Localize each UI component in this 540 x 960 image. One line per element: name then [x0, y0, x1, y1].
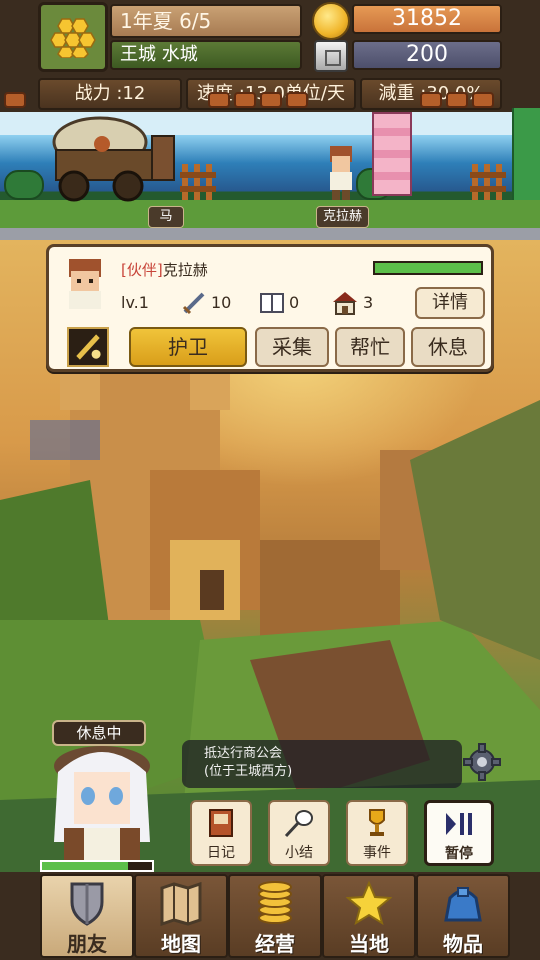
nav-local[interactable]: 当地: [322, 874, 416, 958]
nav-items-label: 物品: [443, 932, 483, 956]
event-button[interactable]: 事件: [346, 800, 408, 866]
location-display: 王城 水城: [110, 40, 302, 70]
companion-tag: [伙伴]: [121, 261, 163, 279]
road-stone: [286, 92, 308, 108]
road-stone: [420, 92, 442, 108]
house-value: 3: [363, 293, 374, 312]
help-button[interactable]: 帮忙: [335, 327, 405, 367]
gather-button[interactable]: 采集: [255, 327, 329, 367]
summary-label: 小结: [285, 845, 313, 861]
trophy-icon: [369, 809, 385, 836]
house-stat: 3: [331, 289, 373, 317]
star-icon: [346, 880, 392, 926]
power-stat: 战力 :12: [38, 78, 182, 110]
event-message: 抵达行商公会 (位于王城西方): [182, 740, 462, 788]
book-stat: 0: [259, 289, 299, 317]
skill-icon[interactable]: [67, 327, 109, 367]
date-display: 1年夏 6/5: [110, 4, 302, 38]
coin-stack-icon: [258, 881, 292, 924]
attack-stat: 10: [181, 289, 231, 317]
nav-friends[interactable]: 朋友: [40, 874, 134, 958]
green-tree: [512, 108, 540, 200]
level-value: lv.1: [121, 293, 149, 312]
play-pause-icon: [446, 813, 472, 835]
diary-icon: [209, 809, 233, 837]
nav-local-label: 当地: [349, 932, 389, 956]
gold-counter: 31852: [352, 4, 502, 34]
gem-icon: [314, 40, 348, 72]
book-value: 0: [289, 293, 300, 312]
horse-label: 马: [148, 206, 184, 228]
road-stone: [208, 92, 230, 108]
road-stone: [4, 92, 26, 108]
companion-hp-bar: [373, 261, 483, 275]
companion-portrait[interactable]: [63, 257, 107, 311]
pause-button[interactable]: 暂停: [424, 800, 494, 866]
rest-button[interactable]: 休息: [411, 327, 485, 367]
quill-icon: [284, 810, 313, 838]
player-hp-bar: [40, 860, 154, 872]
bag-icon: [444, 887, 482, 922]
message-line-1: 抵达行商公会: [204, 746, 283, 761]
road-stone: [260, 92, 282, 108]
player-avatar[interactable]: [40, 732, 170, 872]
pause-label: 暂停: [445, 846, 473, 862]
sword-icon: [182, 292, 205, 315]
diary-button[interactable]: 日记: [190, 800, 252, 866]
companion-hp-fill: [375, 263, 481, 273]
game-screen: 1年夏 6/5 王城 水城 31852 200 战力 :12 速度 :13.0单…: [0, 0, 540, 960]
nav-map-label: 地图: [161, 932, 201, 956]
road-ground: [0, 200, 540, 240]
gear-icon[interactable]: [462, 742, 502, 782]
road-stone: [472, 92, 494, 108]
season-icon[interactable]: [38, 2, 108, 72]
nav-map[interactable]: 地图: [134, 874, 228, 958]
shield-icon: [70, 882, 104, 926]
honeycomb-icon: [50, 18, 96, 58]
caravan-wagon: [52, 116, 175, 202]
pink-tree: [372, 112, 412, 196]
gem-counter: 200: [352, 40, 502, 70]
diary-label: 日记: [207, 845, 235, 861]
book-icon: [260, 293, 284, 313]
summary-button[interactable]: 小结: [268, 800, 330, 866]
guard-button[interactable]: 护卫: [129, 327, 247, 367]
companion-name: [伙伴]克拉赫: [121, 259, 208, 280]
nav-items[interactable]: 物品: [416, 874, 510, 958]
bottom-nav: 朋友 地图 经营 当地 物品: [0, 872, 540, 960]
road-stone: [446, 92, 468, 108]
road-stone: [234, 92, 256, 108]
companion-name-text: 克拉赫: [162, 261, 208, 279]
nav-friends-label: 朋友: [67, 932, 107, 956]
player-hp-fill: [42, 862, 128, 870]
nav-business-label: 经营: [255, 932, 295, 956]
details-button[interactable]: 详情: [415, 287, 485, 319]
attack-value: 10: [211, 293, 232, 312]
bush: [4, 170, 44, 200]
map-icon: [160, 881, 202, 926]
house-icon: [333, 292, 357, 315]
npc-crah-sprite[interactable]: [322, 144, 360, 202]
level-stat: lv.1: [121, 289, 149, 317]
npc-name-label: 克拉赫: [316, 206, 370, 228]
fence: [180, 164, 216, 200]
gold-coin-icon: [312, 2, 350, 40]
event-label: 事件: [363, 845, 391, 861]
message-line-2: (位于王城西方): [204, 764, 293, 779]
nav-business[interactable]: 经营: [228, 874, 322, 958]
fence: [470, 164, 506, 200]
companion-card: [伙伴]克拉赫 lv.1 10 0 3 详情 护卫 采集 帮忙 休息: [46, 244, 494, 372]
